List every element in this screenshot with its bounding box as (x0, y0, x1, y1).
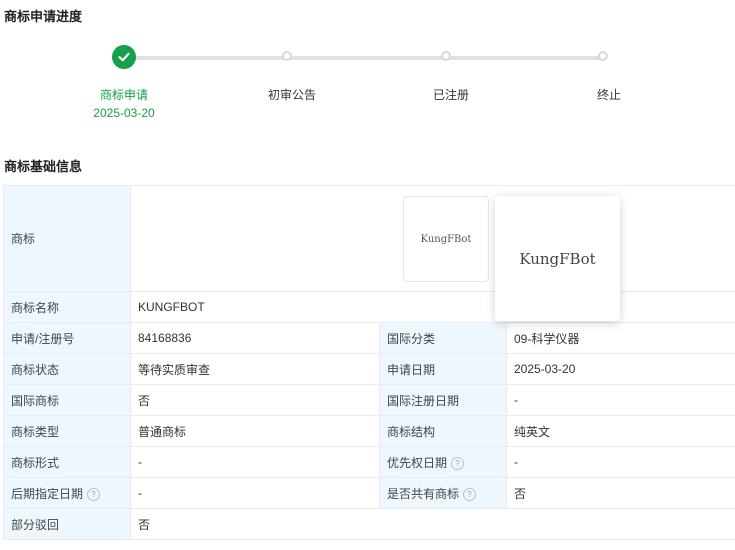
intl-reg-date-value: - (506, 384, 735, 416)
table-row: 商标 (3, 185, 735, 292)
step-registered-label: 已注册 (432, 88, 469, 102)
step-dot-applied (112, 45, 136, 69)
step-dot-registered (441, 51, 451, 61)
reg-no-label: 申请/注册号 (3, 322, 131, 354)
trademark-logo-text: KungFBot (420, 233, 472, 245)
name-value: KUNGFBOT (130, 291, 735, 323)
reg-no-value: 84168836 (130, 322, 380, 354)
intl-class-value: 09-科学仪器 (506, 322, 735, 354)
apply-date-label: 申请日期 (379, 353, 507, 385)
question-circle-icon[interactable]: ? (87, 487, 101, 501)
trademark-logo-thumbnail[interactable]: KungFBot (403, 196, 489, 282)
table-row: 商标名称 KUNGFBOT (3, 291, 735, 323)
table-row: 申请/注册号 84168836 国际分类 09-科学仪器 (3, 322, 735, 354)
basic-info-table: 商标 商标名称 KUNGFBOT 申请/注册号 84168836 国际分类 09… (3, 185, 735, 540)
table-row: 国际商标 否 国际注册日期 - (3, 384, 735, 416)
mark-type-value: 普通商标 (130, 415, 380, 447)
step-dot-terminated (598, 51, 608, 61)
question-circle-icon[interactable]: ? (451, 456, 465, 470)
intl-mark-label: 国际商标 (3, 384, 131, 416)
shared-mark-cell: 是否共有商标? (379, 477, 507, 509)
table-row: 部分驳回 否 (3, 508, 735, 540)
check-icon (118, 52, 130, 62)
priority-date-label: 优先权日期 (387, 455, 448, 470)
status-label: 商标状态 (3, 353, 131, 385)
mark-type-label: 商标类型 (3, 415, 131, 447)
step-dot-publication (282, 51, 292, 61)
step-terminated-label: 终止 (596, 88, 621, 102)
step-applied: 商标申请 2025-03-20 (64, 86, 184, 122)
progress-title: 商标申请进度 (4, 9, 83, 24)
status-value: 等待实质审查 (130, 353, 380, 385)
partial-rejection-label: 部分驳回 (3, 508, 131, 540)
shared-mark-label: 是否共有商标 (387, 486, 460, 501)
table-row: 商标类型 普通商标 商标结构 纯英文 (3, 415, 735, 447)
mark-structure-value: 纯英文 (506, 415, 735, 447)
intl-mark-value: 否 (130, 384, 380, 416)
step-applied-label: 商标申请 (99, 88, 148, 102)
table-row: 商标形式 - 优先权日期? - (3, 446, 735, 478)
mark-form-value: - (130, 446, 380, 478)
later-designation-cell: 后期指定日期? (3, 477, 131, 509)
step-applied-date: 2025-03-20 (93, 106, 155, 120)
table-row: 商标状态 等待实质审查 申请日期 2025-03-20 (3, 353, 735, 385)
trademark-logo-preview: KungFBot (495, 196, 620, 321)
intl-class-label: 国际分类 (379, 322, 507, 354)
question-circle-icon[interactable]: ? (463, 487, 477, 501)
priority-date-value: - (506, 446, 735, 478)
name-label: 商标名称 (3, 291, 131, 323)
logo-label: 商标 (3, 185, 131, 292)
priority-date-cell: 优先权日期? (379, 446, 507, 478)
later-designation-value: - (130, 477, 380, 509)
progress-track (124, 56, 604, 60)
basic-info-title: 商标基础信息 (4, 159, 83, 174)
later-designation-label: 后期指定日期 (11, 486, 84, 501)
trademark-logo-preview-text: KungFBot (519, 249, 596, 268)
mark-form-label: 商标形式 (3, 446, 131, 478)
step-publication-label: 初审公告 (267, 88, 316, 102)
shared-mark-value: 否 (506, 477, 735, 509)
partial-rejection-value: 否 (130, 508, 735, 540)
apply-date-value: 2025-03-20 (506, 353, 735, 385)
mark-structure-label: 商标结构 (379, 415, 507, 447)
intl-reg-date-label: 国际注册日期 (379, 384, 507, 416)
table-row: 后期指定日期? - 是否共有商标? 否 (3, 477, 735, 509)
